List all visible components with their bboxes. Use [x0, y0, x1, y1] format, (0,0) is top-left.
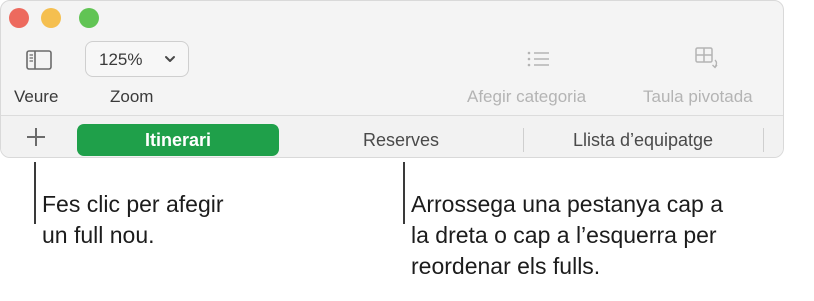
zoom-value: 125%	[99, 50, 143, 69]
tab-divider	[523, 128, 524, 152]
sheet-tab[interactable]: Llista d’equipatge	[533, 124, 753, 156]
callout-line-text: Fes clic per afegir	[42, 191, 224, 217]
sheet-tab-bar: Itinerari Reserves Llista d’equipatge	[1, 115, 783, 157]
callout-reorder: Arrossega una pestanya cap a la dreta o …	[411, 189, 723, 282]
list-icon	[527, 51, 549, 67]
callout-line-add-sheet	[34, 162, 36, 224]
callout-line-text: Arrossega una pestanya cap a	[411, 191, 723, 217]
pivot-table-icon	[695, 47, 718, 69]
sheet-tab-active[interactable]: Itinerari	[77, 124, 279, 156]
plus-icon	[27, 128, 45, 146]
callout-line-reorder	[403, 162, 405, 224]
pivot-table-button[interactable]: Taula pivotada	[639, 45, 779, 107]
callout-line-text: un full nou.	[42, 222, 155, 248]
callout-line-text: reordenar els fulls.	[411, 253, 601, 279]
callout-line-text: la dreta o cap a l’esquerra per	[411, 222, 717, 248]
zoom-label: Zoom	[110, 87, 154, 106]
app-window: Veure 125% Zoom Afegir categoria Taula p…	[0, 0, 784, 158]
sidebar-icon	[26, 50, 52, 70]
zoom-popup[interactable]: 125%	[85, 41, 189, 77]
add-sheet-button[interactable]	[23, 124, 49, 150]
chevron-down-icon	[165, 56, 175, 62]
minimize-window-button[interactable]	[41, 8, 61, 28]
sheet-tab[interactable]: Reserves	[301, 124, 501, 156]
add-category-button[interactable]: Afegir categoria	[463, 45, 623, 107]
tab-divider	[763, 128, 764, 152]
close-window-button[interactable]	[9, 8, 29, 28]
callout-add-sheet: Fes clic per afegir un full nou.	[42, 189, 224, 251]
view-label: Veure	[14, 87, 59, 106]
fullscreen-window-button[interactable]	[79, 8, 99, 28]
pivot-table-label: Taula pivotada	[643, 87, 753, 106]
add-category-label: Afegir categoria	[467, 87, 587, 106]
view-button[interactable]: Veure	[11, 45, 71, 107]
